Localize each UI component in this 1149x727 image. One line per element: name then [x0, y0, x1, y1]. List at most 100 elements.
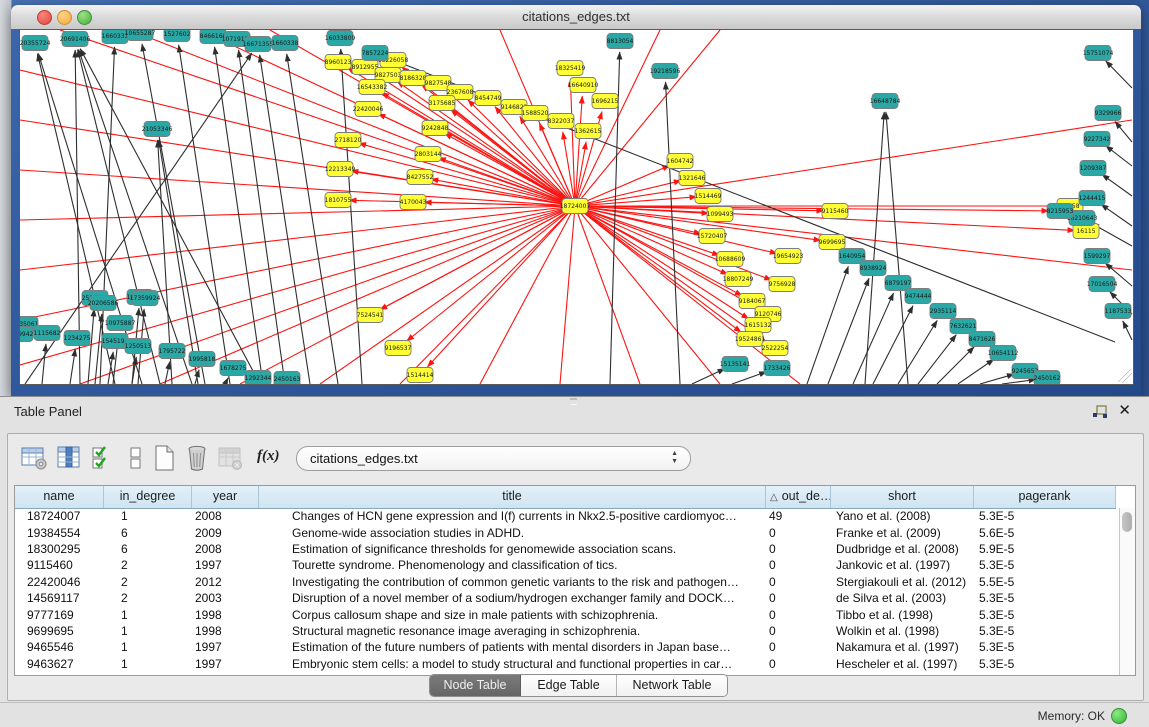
graph-node-8938924[interactable]: 8938924	[860, 261, 887, 276]
graph-node-1733426[interactable]: 1733426	[764, 361, 791, 376]
graph-node-22420046[interactable]: 22420046	[353, 102, 384, 117]
graph-node-1362615[interactable]: 1362615	[575, 124, 602, 139]
table-row[interactable]: 1872400712008Changes of HCN gene express…	[15, 508, 1120, 524]
tab-network-table[interactable]: Network Table	[617, 675, 727, 696]
graph-node-4170043[interactable]: 4170043	[400, 195, 427, 210]
table-selector-dropdown[interactable]: citations_edges.txt ▲ ▼	[296, 446, 691, 471]
graph-node-18724007[interactable]: 18724007	[560, 199, 591, 214]
graph-node-1244415[interactable]: 1244415	[1079, 191, 1106, 206]
graph-node-1604742[interactable]: 1604742	[667, 154, 694, 169]
graph-node-8813054[interactable]: 8813054	[607, 34, 634, 49]
table-row[interactable]: 1938455462009Genome-wide association stu…	[15, 524, 1120, 540]
graph-node-8215953[interactable]: 8215953	[1047, 204, 1074, 219]
new-column-icon[interactable]	[150, 444, 178, 472]
graph-node-2450162[interactable]: 2450162	[1034, 371, 1061, 385]
table-row[interactable]: 2242004622012Investigating the contribut…	[15, 574, 1120, 590]
graph-node-18325419[interactable]: 18325419	[555, 61, 586, 76]
graph-node-9474444[interactable]: 9474444	[905, 289, 932, 304]
graph-node-3919942[interactable]: 3919942	[20, 327, 34, 342]
graph-node-15135141[interactable]: 15135141	[720, 357, 751, 372]
graph-node-9242848[interactable]: 9242848	[422, 121, 449, 136]
graph-node-20206586[interactable]: 20206586	[88, 296, 119, 311]
memory-status-icon[interactable]	[1111, 708, 1127, 724]
graph-node-17016504[interactable]: 17016504	[1087, 277, 1118, 292]
float-window-icon[interactable]	[1092, 405, 1108, 419]
graph-node-3175685[interactable]: 3175685	[429, 96, 456, 111]
graph-node-19654923[interactable]: 19654923	[773, 249, 804, 264]
column-header-short[interactable]: short	[831, 486, 974, 508]
graph-node-1234275[interactable]: 1234275	[64, 331, 91, 346]
vertical-scrollbar[interactable]	[1119, 508, 1135, 675]
table-row[interactable]: 946362711997Embryonic stem cells: a mode…	[15, 656, 1120, 672]
panel-resize-handle[interactable]	[570, 398, 577, 405]
graph-node-2803144[interactable]: 2803144	[415, 147, 442, 162]
graph-node-10688609[interactable]: 10688609	[715, 252, 746, 267]
graph-node-15720407[interactable]: 15720407	[697, 229, 728, 244]
graph-node-1615132[interactable]: 1615132	[745, 318, 772, 333]
graph-node-1696215[interactable]: 1696215	[592, 94, 619, 109]
graph-node-1514469[interactable]: 1514469	[695, 189, 722, 204]
graph-node-1810755[interactable]: 1810755	[325, 193, 352, 208]
column-header-title[interactable]: title	[259, 486, 766, 508]
graph-node-2450163[interactable]: 2450163	[274, 372, 301, 385]
graph-node-2718120[interactable]: 2718120	[335, 133, 362, 148]
graph-node-1514414[interactable]: 1514414	[407, 368, 434, 383]
graph-node-8960123[interactable]: 8960123	[325, 55, 352, 70]
graph-node-18807249[interactable]: 18807249	[723, 272, 754, 287]
graph-node-9196537[interactable]: 9196537	[385, 341, 412, 356]
tab-edge-table[interactable]: Edge Table	[521, 675, 617, 696]
canvas-resize-grip[interactable]	[1118, 369, 1132, 383]
graph-node-8186328[interactable]: 8186328	[400, 71, 427, 86]
graph-node-7857224[interactable]: 7857224	[362, 46, 389, 61]
graph-node-15751074[interactable]: 15751074	[1083, 46, 1114, 61]
graph-node-21053346[interactable]: 21053346	[142, 122, 173, 137]
table-row[interactable]: 969969511998Structural magnetic resonanc…	[15, 623, 1120, 639]
citation-network-graph[interactable]: 1872400789601238912955182260589827503818…	[20, 30, 1133, 384]
table-row[interactable]: 1830029562008Estimation of significance …	[15, 541, 1120, 557]
graph-node-20355724[interactable]: 20355724	[20, 36, 50, 51]
column-header-year[interactable]: year	[192, 486, 259, 508]
column-header-pagerank[interactable]: pagerank	[974, 486, 1116, 508]
table-mode-icon[interactable]	[20, 444, 48, 472]
select-all-icon[interactable]	[90, 444, 118, 472]
column-header-out_de[interactable]: △out_de…	[766, 486, 831, 508]
graph-node-12213349[interactable]: 12213349	[325, 162, 356, 177]
graph-node-16543382[interactable]: 16543382	[357, 80, 388, 95]
graph-nodes[interactable]: 1872400789601238912955182260589827503818…	[20, 30, 1132, 384]
graph-node-1187533[interactable]: 1187533	[1105, 304, 1132, 319]
table-row[interactable]: 977716911998Corpus callosum shape and si…	[15, 606, 1120, 622]
graph-node-10654112[interactable]: 10654112	[988, 346, 1019, 361]
graph-node-8322037[interactable]: 8322037	[548, 114, 575, 129]
graph-node-9329966[interactable]: 9329966	[1095, 106, 1122, 121]
graph-node-8427552[interactable]: 8427552	[407, 170, 434, 185]
table-row[interactable]: 1456911722003Disruption of a novel membe…	[15, 590, 1120, 606]
graph-node-1588520[interactable]: 1588520	[522, 106, 549, 121]
graph-node-16671355[interactable]: 16671355	[243, 37, 274, 52]
table-row[interactable]: 946554611997Estimation of the future num…	[15, 639, 1120, 655]
graph-node-9756928[interactable]: 9756928	[769, 277, 796, 292]
graph-node-9699695[interactable]: 9699695	[819, 235, 846, 250]
window-titlebar[interactable]: citations_edges.txt	[11, 5, 1141, 30]
graph-node-16033809[interactable]: 16033809	[325, 31, 356, 46]
graph-node-1115682[interactable]: 1115682	[34, 326, 61, 341]
graph-node-20691406[interactable]: 20691406	[60, 32, 91, 47]
column-header-name[interactable]: name	[15, 486, 104, 508]
graph-node-1527602[interactable]: 1527602	[164, 30, 191, 42]
graph-node-17359924[interactable]: 17359924	[130, 291, 161, 306]
graph-node-1599297[interactable]: 1599297	[1084, 249, 1111, 264]
graph-node-19218596[interactable]: 19218596	[650, 64, 681, 79]
graph-node-8454749[interactable]: 8454749	[475, 91, 502, 106]
graph-node-2522254[interactable]: 2522254	[762, 341, 789, 356]
delete-column-icon[interactable]	[183, 444, 211, 472]
graph-node-1995818[interactable]: 1995818	[189, 352, 216, 367]
graph-node-16648784[interactable]: 16648784	[870, 94, 901, 109]
network-canvas[interactable]: 1872400789601238912955182260589827503818…	[19, 29, 1134, 385]
show-selected-icon[interactable]	[122, 444, 150, 472]
graph-node-2935114[interactable]: 2935114	[930, 304, 957, 319]
function-builder-icon[interactable]: f(x)	[257, 448, 280, 465]
graph-node-7524541[interactable]: 7524541	[357, 308, 384, 323]
column-header-in_degree[interactable]: in_degree	[104, 486, 192, 508]
graph-node-16640910[interactable]: 16640910	[568, 78, 599, 93]
show-columns-icon[interactable]	[55, 444, 83, 472]
graph-node-10655287[interactable]: 10655287	[125, 30, 156, 41]
